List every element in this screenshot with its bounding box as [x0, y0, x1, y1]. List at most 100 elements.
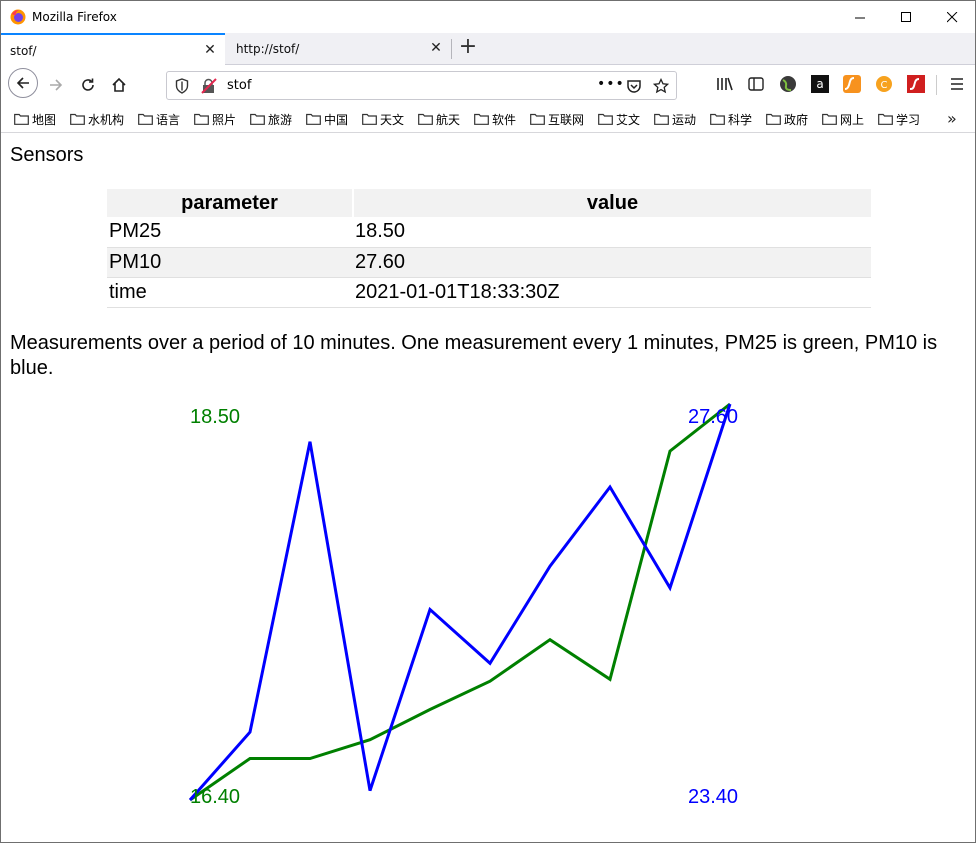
folder-icon	[418, 113, 433, 125]
column-header: parameter	[107, 189, 354, 217]
pm10-min-label: 23.40	[688, 786, 738, 808]
chevron-right-icon[interactable]: »	[947, 109, 957, 128]
bookmark-label: 旅游	[268, 112, 293, 127]
tab-stof[interactable]: stof/ ✕	[1, 33, 225, 66]
bookmark-folder[interactable]: 旅游	[250, 110, 292, 128]
forward-button[interactable]	[41, 71, 71, 99]
bookmark-folder[interactable]: 地图	[14, 110, 56, 128]
table-cell: PM25	[107, 217, 353, 248]
minimize-button[interactable]	[837, 1, 883, 33]
pm10-max-label: 27.60	[688, 406, 738, 428]
folder-icon	[194, 113, 209, 125]
bookmark-folder[interactable]: 航天	[418, 110, 460, 128]
sidebar-icon[interactable]	[747, 75, 765, 93]
bookmark-folder[interactable]: 运动	[654, 110, 696, 128]
bookmark-label: 语言	[156, 112, 181, 127]
browser-window: Mozilla Firefox stof/ ✕ http://stof/ ✕ +	[0, 0, 976, 843]
flash-player-icon[interactable]	[907, 75, 925, 93]
bookmark-folder[interactable]: 互联网	[530, 110, 584, 128]
library-icon[interactable]	[716, 75, 734, 93]
measurement-chart: 18.50 27.60 16.40 23.40	[188, 402, 738, 808]
table-row: PM10 27.60	[107, 247, 871, 278]
pocket-icon[interactable]	[626, 78, 642, 94]
bookmark-folder[interactable]: 网上	[822, 110, 864, 128]
bookmark-folder[interactable]: 照片	[194, 110, 236, 128]
folder-icon	[70, 113, 85, 125]
bookmark-label: 政府	[784, 112, 809, 127]
bookmark-label: 软件	[492, 112, 517, 127]
maximize-button[interactable]	[883, 1, 929, 33]
insecure-connection-icon[interactable]	[201, 78, 217, 94]
bookmark-folder[interactable]: 艾文	[598, 110, 640, 128]
bookmark-star-icon[interactable]	[653, 78, 669, 94]
svg-text:C: C	[881, 80, 888, 91]
bookmark-label: 互联网	[548, 112, 585, 127]
folder-icon	[474, 113, 489, 125]
menu-icon[interactable]	[948, 75, 966, 93]
chart-description: Measurements over a period of 10 minutes…	[10, 332, 938, 379]
close-tab-icon[interactable]: ✕	[429, 41, 443, 55]
bookmark-label: 航天	[436, 112, 461, 127]
maximize-icon	[900, 11, 911, 22]
table-cell: 18.50	[353, 217, 871, 248]
bookmark-label: 运动	[672, 112, 697, 127]
tab-strip: stof/ ✕ http://stof/ ✕ +	[1, 33, 975, 66]
amazon-extension-icon[interactable]: a	[811, 75, 829, 93]
reload-button[interactable]	[73, 71, 103, 99]
close-tab-icon[interactable]: ✕	[203, 43, 217, 57]
table-row: time 2021-01-01T18:33:30Z	[107, 277, 871, 308]
home-icon	[112, 77, 126, 92]
bookmark-label: 天文	[380, 112, 405, 127]
bookmark-folder[interactable]: 学习	[878, 110, 920, 128]
toolbar-divider	[936, 75, 937, 95]
column-header: value	[353, 189, 871, 217]
table-cell: 27.60	[353, 247, 871, 278]
close-icon	[946, 11, 957, 22]
bookmark-folder[interactable]: 政府	[766, 110, 808, 128]
bookmark-folder[interactable]: 天文	[362, 110, 404, 128]
folder-icon	[654, 113, 669, 125]
nav-bar: stof ••• a C	[1, 65, 975, 105]
new-tab-button[interactable]: +	[457, 36, 479, 59]
reload-icon	[82, 78, 94, 91]
firefox-logo-icon	[10, 9, 26, 25]
folder-icon	[710, 113, 725, 125]
folder-icon	[878, 113, 893, 125]
bookmark-label: 科学	[728, 112, 753, 127]
bookmark-folder[interactable]: 软件	[474, 110, 516, 128]
home-button[interactable]	[104, 71, 134, 99]
folder-icon	[250, 113, 265, 125]
url-bar[interactable]: stof •••	[166, 71, 677, 100]
title-bar: Mozilla Firefox	[1, 1, 975, 33]
pm25-min-label: 16.40	[190, 786, 240, 808]
folder-icon	[598, 113, 613, 125]
sensor-table: parameter value PM25 18.50 PM10 27.60 ti…	[107, 189, 871, 308]
tab-label: http://stof/	[236, 42, 300, 56]
bookmark-folder[interactable]: 水机构	[70, 110, 124, 128]
bookmark-label: 水机构	[88, 112, 125, 127]
folder-icon	[306, 113, 321, 125]
c-extension-icon[interactable]: C	[875, 75, 893, 93]
arrow-left-icon	[16, 77, 29, 89]
flash-extension-icon[interactable]	[843, 75, 861, 93]
arrow-right-icon	[50, 79, 63, 91]
close-window-button[interactable]	[929, 1, 975, 33]
folder-icon	[822, 113, 837, 125]
page-content: Sensors parameter value PM25 18.50 PM10 …	[2, 134, 975, 842]
folder-icon	[138, 113, 153, 125]
bookmark-folder[interactable]: 语言	[138, 110, 180, 128]
back-button[interactable]	[8, 68, 38, 98]
bookmark-folder[interactable]: 科学	[710, 110, 752, 128]
url-text: stof	[227, 78, 252, 93]
tab-http-stof[interactable]: http://stof/ ✕	[227, 33, 451, 65]
extension-globe-icon[interactable]	[779, 75, 797, 93]
folder-icon	[362, 113, 377, 125]
pm25-series-line	[189, 402, 731, 802]
page-actions-button[interactable]: •••	[597, 76, 625, 92]
bookmark-folder[interactable]: 中国	[306, 110, 348, 128]
shield-icon[interactable]	[175, 78, 189, 94]
table-cell: PM10	[107, 247, 353, 278]
window-title: Mozilla Firefox	[32, 10, 117, 24]
pm10-series-line	[188, 403, 732, 801]
folder-icon	[766, 113, 781, 125]
